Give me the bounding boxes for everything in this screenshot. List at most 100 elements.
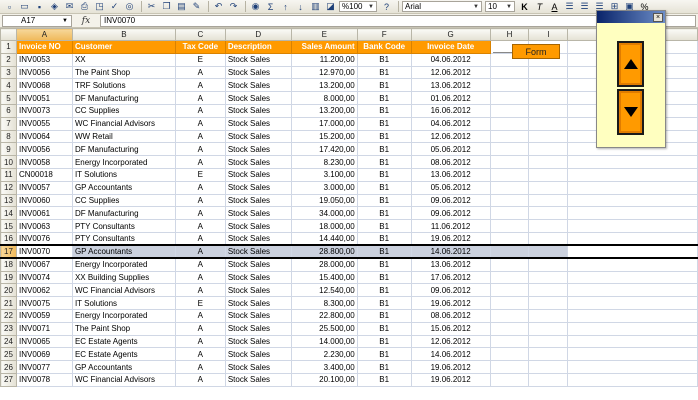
data-cell[interactable]: Energy Incorporated bbox=[71, 257, 176, 272]
data-cell[interactable]: 3.400,00 bbox=[290, 360, 358, 374]
data-cell[interactable]: 8.000,00 bbox=[290, 91, 358, 105]
data-cell[interactable]: Stock Sales bbox=[224, 219, 292, 233]
row-header[interactable]: 20 bbox=[0, 283, 17, 298]
email-icon[interactable]: ✉ bbox=[63, 1, 76, 13]
data-cell[interactable]: 14.06.2012 bbox=[410, 347, 491, 362]
row-header[interactable]: 2 bbox=[0, 52, 17, 67]
data-cell[interactable]: A bbox=[174, 103, 226, 118]
data-cell[interactable]: Energy Incorporated bbox=[71, 155, 176, 169]
data-cell[interactable]: INV0063 bbox=[15, 219, 73, 233]
format-painter-icon[interactable]: ✎ bbox=[190, 1, 203, 13]
column-title-cell[interactable]: Sales Amount bbox=[290, 40, 358, 54]
data-cell[interactable]: The Paint Shop bbox=[71, 321, 176, 336]
data-cell[interactable]: 08.06.2012 bbox=[410, 308, 491, 323]
move-up-button[interactable] bbox=[617, 41, 644, 87]
data-cell[interactable]: 28.000,00 bbox=[290, 257, 358, 272]
column-header-h[interactable]: H bbox=[489, 28, 530, 41]
empty-cell[interactable] bbox=[528, 270, 569, 285]
data-cell[interactable]: B1 bbox=[356, 167, 412, 182]
data-cell[interactable]: WW Retail bbox=[71, 129, 176, 144]
data-cell[interactable]: Stock Sales bbox=[224, 129, 292, 144]
empty-cell[interactable] bbox=[567, 347, 698, 362]
bold-button[interactable]: K bbox=[518, 1, 531, 13]
empty-cell[interactable] bbox=[528, 231, 569, 246]
data-cell[interactable]: A bbox=[174, 257, 226, 272]
row-header[interactable]: 18 bbox=[0, 257, 17, 272]
empty-cell[interactable] bbox=[528, 360, 569, 374]
data-cell[interactable]: Stock Sales bbox=[224, 91, 292, 105]
empty-cell[interactable] bbox=[489, 193, 530, 208]
data-cell[interactable]: A bbox=[174, 360, 226, 374]
empty-cell[interactable] bbox=[567, 257, 698, 272]
row-header[interactable]: 26 bbox=[0, 360, 17, 374]
data-cell[interactable]: 12.06.2012 bbox=[410, 65, 491, 80]
row-header[interactable]: 21 bbox=[0, 296, 17, 310]
data-cell[interactable]: 14.440,00 bbox=[290, 231, 358, 246]
empty-cell[interactable] bbox=[567, 308, 698, 323]
column-header-b[interactable]: B bbox=[71, 28, 176, 41]
column-title-cell[interactable]: Invoice Date bbox=[410, 40, 491, 54]
empty-cell[interactable] bbox=[528, 65, 569, 80]
data-cell[interactable]: Stock Sales bbox=[224, 103, 292, 118]
help-icon[interactable]: ? bbox=[380, 1, 393, 13]
data-cell[interactable]: Stock Sales bbox=[224, 283, 292, 298]
data-cell[interactable]: 09.06.2012 bbox=[410, 193, 491, 208]
data-cell[interactable]: A bbox=[174, 270, 226, 285]
data-cell[interactable]: INV0051 bbox=[15, 91, 73, 105]
data-cell[interactable]: B1 bbox=[356, 244, 412, 260]
data-cell[interactable]: Stock Sales bbox=[224, 180, 292, 195]
empty-cell[interactable] bbox=[567, 244, 698, 260]
data-cell[interactable]: 14.000,00 bbox=[290, 334, 358, 349]
data-cell[interactable]: Stock Sales bbox=[224, 116, 292, 131]
empty-cell[interactable] bbox=[489, 308, 530, 323]
font-name-select[interactable]: Arial ▼ bbox=[402, 1, 482, 12]
data-cell[interactable]: EC Estate Agents bbox=[71, 347, 176, 362]
data-cell[interactable]: Stock Sales bbox=[224, 270, 292, 285]
data-cell[interactable]: Stock Sales bbox=[224, 167, 292, 182]
data-cell[interactable]: A bbox=[174, 219, 226, 233]
data-cell[interactable]: INV0058 bbox=[15, 155, 73, 169]
undo-icon[interactable]: ↶ bbox=[212, 1, 225, 13]
data-cell[interactable]: A bbox=[174, 142, 226, 157]
drawing-icon[interactable]: ◪ bbox=[324, 1, 337, 13]
redo-icon[interactable]: ↷ bbox=[227, 1, 240, 13]
data-cell[interactable]: CN00018 bbox=[15, 167, 73, 182]
data-cell[interactable]: B1 bbox=[356, 321, 412, 336]
data-cell[interactable]: CC Supplies bbox=[71, 103, 176, 118]
empty-cell[interactable] bbox=[567, 155, 698, 169]
data-cell[interactable]: A bbox=[174, 129, 226, 144]
data-cell[interactable]: 05.06.2012 bbox=[410, 142, 491, 157]
empty-cell[interactable] bbox=[489, 372, 530, 387]
data-cell[interactable]: 15.200,00 bbox=[290, 129, 358, 144]
data-cell[interactable]: INV0070 bbox=[15, 244, 73, 260]
column-header-i[interactable]: I bbox=[528, 28, 569, 41]
data-cell[interactable]: B1 bbox=[356, 334, 412, 349]
row-header[interactable]: 24 bbox=[0, 334, 17, 349]
empty-cell[interactable] bbox=[489, 167, 530, 182]
empty-cell[interactable] bbox=[489, 244, 530, 260]
data-cell[interactable]: A bbox=[174, 65, 226, 80]
row-header[interactable]: 11 bbox=[0, 167, 17, 182]
data-cell[interactable]: 14.06.2012 bbox=[410, 244, 491, 260]
data-cell[interactable]: 19.06.2012 bbox=[410, 296, 491, 310]
data-cell[interactable]: INV0059 bbox=[15, 308, 73, 323]
research-icon[interactable]: ◎ bbox=[123, 1, 136, 13]
data-cell[interactable]: IT Solutions bbox=[71, 296, 176, 310]
data-cell[interactable]: 08.06.2012 bbox=[410, 155, 491, 169]
column-title-cell[interactable]: Bank Code bbox=[356, 40, 412, 54]
data-cell[interactable]: CC Supplies bbox=[71, 193, 176, 208]
empty-cell[interactable] bbox=[567, 193, 698, 208]
data-cell[interactable]: Stock Sales bbox=[224, 360, 292, 374]
row-header[interactable]: 13 bbox=[0, 193, 17, 208]
empty-cell[interactable] bbox=[567, 167, 698, 182]
data-cell[interactable]: INV0062 bbox=[15, 283, 73, 298]
column-header-f[interactable]: F bbox=[356, 28, 412, 41]
data-cell[interactable]: WC Financial Advisors bbox=[71, 372, 176, 387]
column-header-d[interactable]: D bbox=[224, 28, 292, 41]
data-cell[interactable]: Stock Sales bbox=[224, 142, 292, 157]
empty-cell[interactable] bbox=[528, 116, 569, 131]
empty-cell[interactable] bbox=[567, 334, 698, 349]
empty-cell[interactable] bbox=[567, 283, 698, 298]
empty-cell[interactable] bbox=[528, 219, 569, 233]
row-header[interactable]: 7 bbox=[0, 116, 17, 131]
